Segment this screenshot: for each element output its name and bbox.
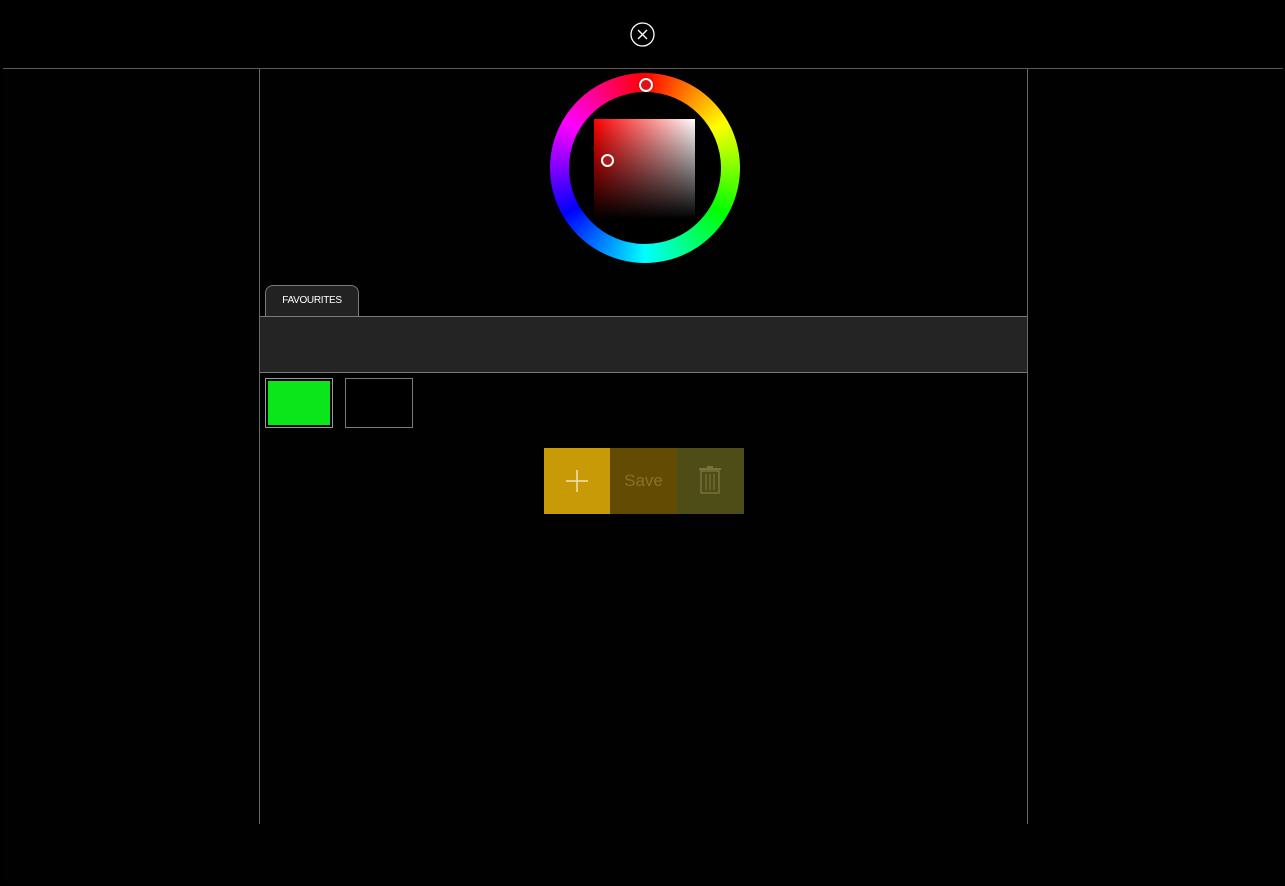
left-divider [259,69,260,824]
swatch-fill [348,381,410,425]
action-buttons: Save [544,448,744,514]
close-button[interactable] [630,22,655,47]
swatch-fill [268,381,330,425]
tab-favourites-label: FAVOURITES [282,295,342,306]
add-button[interactable] [544,448,610,514]
hue-handle[interactable] [639,78,653,92]
plus-icon [566,470,588,492]
saturation-value-handle[interactable] [601,154,614,167]
saturation-value-square[interactable] [594,119,695,219]
color-wheel[interactable] [550,73,740,263]
save-button[interactable]: Save [610,448,677,514]
favourites-panel [260,316,1027,373]
right-divider [1027,69,1028,824]
trash-icon [699,466,721,494]
tab-favourites[interactable]: FAVOURITES [265,285,359,316]
delete-button[interactable] [677,448,744,514]
color-picker-dialog: FAVOURITES Save [3,3,1283,884]
favourite-swatch-2[interactable] [345,378,413,428]
favourite-swatch-1[interactable] [265,378,333,428]
top-bar [3,3,1283,69]
close-circle-icon [630,22,655,47]
save-button-label: Save [624,471,663,490]
